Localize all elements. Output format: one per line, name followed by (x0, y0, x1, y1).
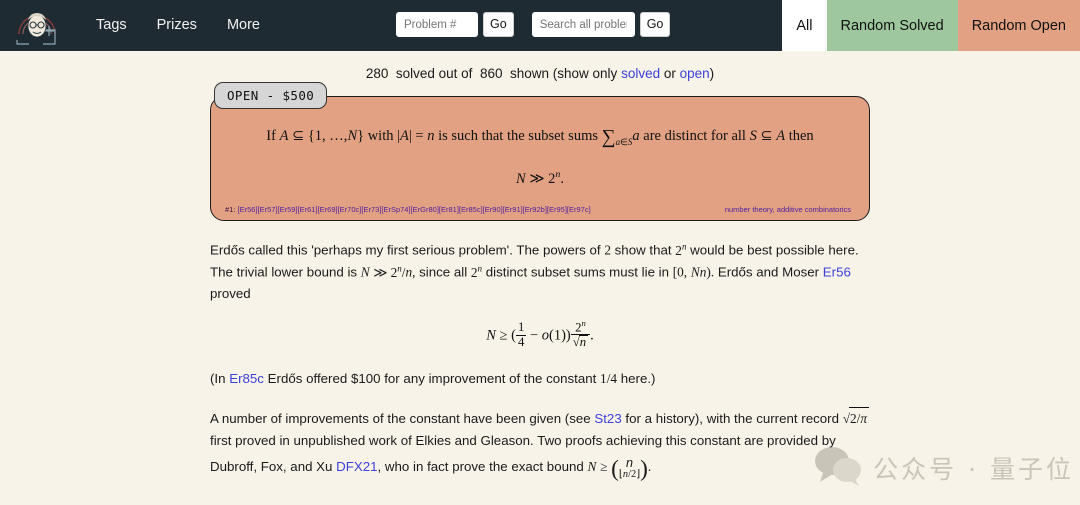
status-text-shown: shown (show only (506, 66, 622, 81)
citation-link-er56[interactable]: [Er56] (238, 205, 258, 214)
status-text-solved-out-of: solved out of (392, 66, 477, 81)
citation-link-er81[interactable]: [Er81] (439, 205, 459, 214)
citation-link-er90[interactable]: [Er90] (483, 205, 503, 214)
citation-list-label: #1: (225, 205, 238, 215)
tab-random-solved[interactable]: Random Solved (826, 0, 958, 51)
status-link-solved[interactable]: solved (621, 66, 660, 81)
status-count-total: 860 (479, 66, 503, 81)
citation-link-st23[interactable]: St23 (594, 411, 621, 426)
problem-box-footer: #1: [Er56][Er57][Er59][Er61][Er69][Er70c… (225, 201, 855, 214)
body-paragraph-3: A number of improvements of the constant… (210, 407, 870, 489)
problem-number-go-button[interactable]: Go (483, 12, 514, 37)
tab-random-open[interactable]: Random Open (957, 0, 1080, 51)
status-badge-open: OPEN - $500 (214, 82, 328, 109)
nav-link-more[interactable]: More (212, 0, 275, 51)
tag-link-additive-combinatorics[interactable]: additive combinatorics (777, 205, 851, 214)
citation-link-er70c[interactable]: [Er70c] (338, 205, 362, 214)
body-paragraph-2: (In Er85c Erdős offered $100 for any imp… (210, 370, 656, 386)
citation-link-er69[interactable]: [Er69] (318, 205, 338, 214)
nav-link-prizes[interactable]: Prizes (142, 0, 212, 51)
citation-link-er97c[interactable]: [Er97c] (567, 205, 591, 214)
navbar-left-group: Tags Prizes More (0, 0, 275, 51)
solved-count-status: 280 solved out of 860 shown (show only s… (0, 51, 1080, 84)
tab-all[interactable]: All (782, 0, 827, 51)
citation-link-er92b[interactable]: [Er92b] (523, 205, 547, 214)
navbar-search-group: Go Go (396, 12, 671, 37)
erdos-portrait-logo-icon[interactable] (13, 4, 61, 47)
citation-link-er61[interactable]: [Er61] (298, 205, 318, 214)
problem-box-wrapper: OPEN - $500 If A ⊆ {1, …,N} with |A| = n… (210, 82, 870, 222)
status-text-close-paren: ) (709, 66, 715, 81)
citation-link-er57[interactable]: [Er57] (258, 205, 278, 214)
problem-tag-list: number theory, additive combinatorics (725, 205, 855, 214)
navbar-tabs-group: All Random Solved Random Open (782, 0, 1080, 51)
citation-link-ersp74[interactable]: [ErSp74] (381, 205, 410, 214)
problem-statement-text: If A ⊆ {1, …,N} with |A| = n is such tha… (266, 127, 814, 148)
tag-link-number-theory[interactable]: number theory (725, 205, 773, 214)
top-navbar: Tags Prizes More Go Go All Random Solved… (0, 0, 1080, 51)
search-all-problems-input[interactable] (531, 12, 635, 37)
citation-link-er95[interactable]: [Er95] (547, 205, 567, 214)
citation-link-er56[interactable]: Er56 (823, 265, 851, 280)
watermark-text: 公众号 · 量子位 (873, 454, 1074, 484)
nav-link-tags[interactable]: Tags (81, 0, 142, 51)
citation-link-dfx21[interactable]: DFX21 (336, 459, 377, 474)
citation-link-er85c[interactable]: [Er85c] (459, 205, 483, 214)
body-display-equation-2: N ≥ (1 4 − o(1)) 2n √n. (486, 317, 594, 350)
search-all-go-button[interactable]: Go (639, 12, 671, 37)
problem-number-input[interactable] (396, 12, 478, 37)
citation-link-er59[interactable]: [Er59] (278, 205, 298, 214)
status-link-open[interactable]: open (680, 66, 710, 81)
citation-reference-list: #1: [Er56][Er57][Er59][Er61][Er69][Er70c… (225, 205, 591, 214)
body-paragraph-1: Erdős called this 'perhaps my first seri… (210, 241, 859, 302)
problem-statement-box: If A ⊆ {1, …,N} with |A| = n is such tha… (210, 96, 870, 222)
status-count-solved: 280 (365, 66, 389, 81)
citation-link-er85c[interactable]: Er85c (229, 371, 264, 386)
status-text-or: or (660, 66, 680, 81)
main-content: OPEN - $500 If A ⊆ {1, …,N} with |A| = n… (210, 82, 870, 505)
citation-link-ergr80[interactable]: [ErGr80] (411, 205, 439, 214)
citation-link-er73[interactable]: [Er73] (361, 205, 381, 214)
citation-link-er91[interactable]: [Er91] (503, 205, 523, 214)
problem-display-equation: N ≫ 2n. (516, 169, 564, 188)
